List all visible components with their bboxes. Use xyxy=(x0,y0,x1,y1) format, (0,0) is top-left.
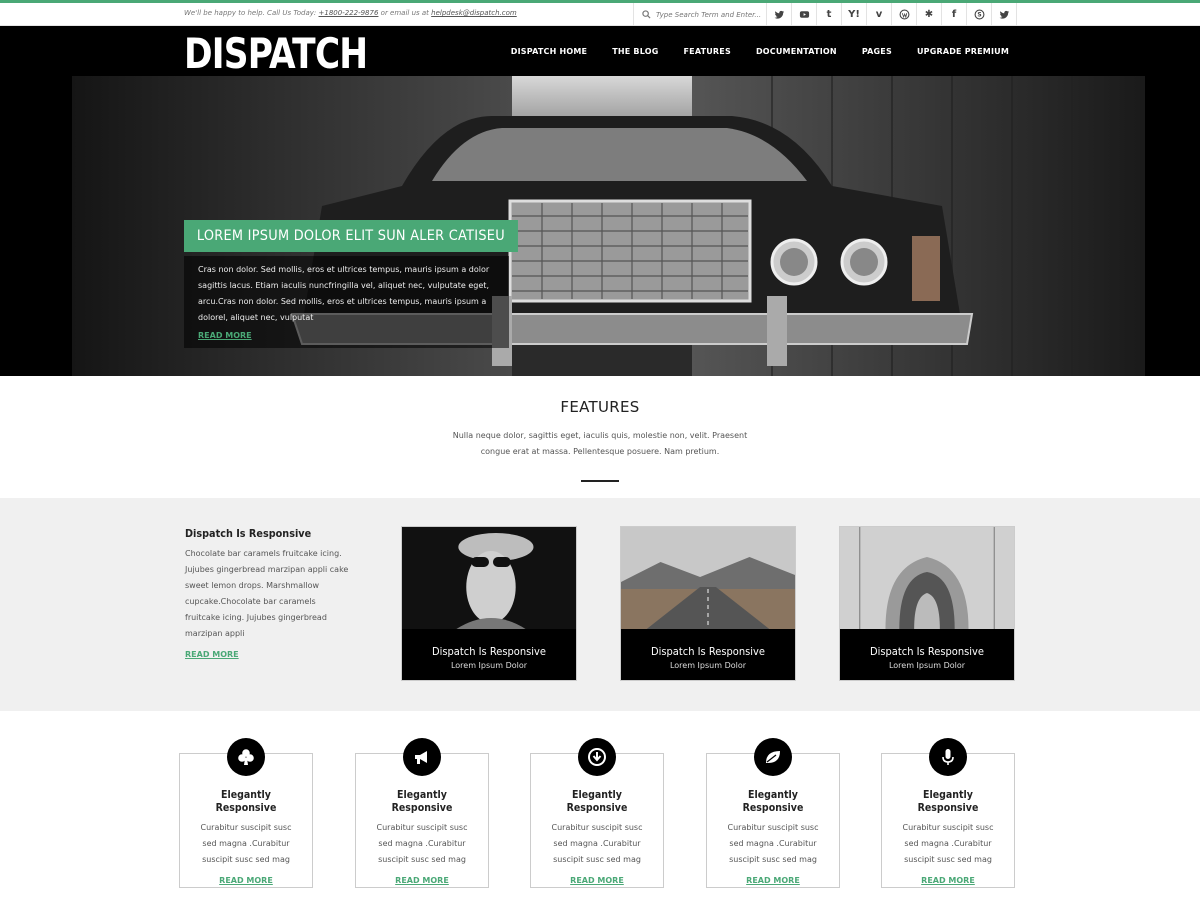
hero-read-more-link[interactable]: READ MORE xyxy=(198,328,252,344)
search-input[interactable] xyxy=(656,10,761,19)
woman-with-sunglasses-image xyxy=(402,527,576,629)
service-box: Elegantly Responsive Curabitur suscipit … xyxy=(881,738,1015,888)
card-subtitle: Lorem Ipsum Dolor xyxy=(888,661,966,670)
service-read-more-link[interactable]: READ MORE xyxy=(746,876,800,885)
hero-title: LOREM IPSUM DOLOR ELIT SUN ALER CATISEU xyxy=(184,220,518,252)
service-title: Elegantly Responsive xyxy=(742,788,804,814)
nav-dispatch-home[interactable]: DISPATCH HOME xyxy=(511,47,587,56)
contact-mid: or email us at xyxy=(380,9,429,17)
nav-the-blog[interactable]: THE BLOG xyxy=(612,47,658,56)
email-link[interactable]: helpdesk@dispatch.com xyxy=(431,9,517,17)
service-text: Curabitur suscipit susc sed magna .Curab… xyxy=(376,823,468,864)
svg-text:S: S xyxy=(977,12,981,19)
card-title: Dispatch Is Responsive xyxy=(869,645,985,658)
service-box: Elegantly Responsive Curabitur suscipit … xyxy=(355,738,489,888)
features-heading: FEATURES xyxy=(560,398,640,416)
nav-features[interactable]: FEATURES xyxy=(683,47,730,56)
megaphone-icon xyxy=(403,738,441,776)
main-nav: DISPATCH HOME THE BLOG FEATURES DOCUMENT… xyxy=(486,26,1009,76)
twitter-icon[interactable] xyxy=(992,3,1017,26)
nav-pages[interactable]: PAGES xyxy=(862,47,892,56)
hero-section: LOREM IPSUM DOLOR ELIT SUN ALER CATISEU … xyxy=(0,76,1200,376)
service-title: Elegantly Responsive xyxy=(391,788,453,814)
card-subtitle: Lorem Ipsum Dolor xyxy=(669,661,747,670)
nav-upgrade-premium[interactable]: UPGRADE PREMIUM xyxy=(917,47,1009,56)
service-title: Elegantly Responsive xyxy=(917,788,979,814)
youtube-icon[interactable] xyxy=(792,3,817,26)
service-read-more-link[interactable]: READ MORE xyxy=(921,876,975,885)
skype-icon[interactable]: S xyxy=(967,3,992,26)
club-icon xyxy=(227,738,265,776)
intro-title: Dispatch Is Responsive xyxy=(185,527,312,540)
hero-description: Cras non dolor. Sed mollis, eros et ultr… xyxy=(198,265,490,322)
site-logo[interactable]: DISPATCH xyxy=(184,29,368,78)
vimeo-icon[interactable]: v xyxy=(867,3,892,26)
tumblr-icon[interactable]: t xyxy=(817,3,842,26)
leaf-icon xyxy=(754,738,792,776)
yelp-icon[interactable]: ✱ xyxy=(917,3,942,26)
service-text: Curabitur suscipit susc sed magna .Curab… xyxy=(200,823,292,864)
service-text: Curabitur suscipit susc sed magna .Curab… xyxy=(727,823,819,864)
intro-text: Chocolate bar caramels fruitcake icing. … xyxy=(185,549,349,638)
hero-text-box: Cras non dolor. Sed mollis, eros et ultr… xyxy=(184,256,509,348)
feature-card[interactable]: Dispatch Is Responsive Lorem Ipsum Dolor xyxy=(839,526,1015,681)
intro-block: Dispatch Is Responsive Chocolate bar car… xyxy=(185,527,350,661)
facebook-icon[interactable]: f xyxy=(942,3,967,26)
phone-link[interactable]: +1800-222-9876 xyxy=(319,9,379,17)
card-title: Dispatch Is Responsive xyxy=(431,645,547,658)
feature-card[interactable]: Dispatch Is Responsive Lorem Ipsum Dolor xyxy=(401,526,577,681)
top-bar: We'll be happy to help. Call Us Today: +… xyxy=(0,3,1200,26)
cloister-arches-image xyxy=(840,527,1014,629)
site-header: DISPATCH DISPATCH HOME THE BLOG FEATURES… xyxy=(0,26,1200,78)
service-read-more-link[interactable]: READ MORE xyxy=(395,876,449,885)
microphone-icon xyxy=(929,738,967,776)
hero-slide: LOREM IPSUM DOLOR ELIT SUN ALER CATISEU … xyxy=(72,76,1145,376)
responsive-section: Dispatch Is Responsive Chocolate bar car… xyxy=(0,498,1200,711)
contact-info: We'll be happy to help. Call Us Today: +… xyxy=(184,9,517,17)
card-caption: Dispatch Is Responsive Lorem Ipsum Dolor xyxy=(402,645,576,670)
features-divider xyxy=(581,480,619,482)
service-box: Elegantly Responsive Curabitur suscipit … xyxy=(530,738,664,888)
search-icon xyxy=(642,10,651,19)
service-read-more-link[interactable]: READ MORE xyxy=(219,876,273,885)
service-text: Curabitur suscipit susc sed magna .Curab… xyxy=(551,823,643,864)
card-caption: Dispatch Is Responsive Lorem Ipsum Dolor xyxy=(840,645,1014,670)
mountain-road-image xyxy=(621,527,795,629)
service-read-more-link[interactable]: READ MORE xyxy=(570,876,624,885)
intro-read-more-link[interactable]: READ MORE xyxy=(185,650,239,659)
contact-prefix: We'll be happy to help. Call Us Today: xyxy=(184,9,317,17)
service-box: Elegantly Responsive Curabitur suscipit … xyxy=(706,738,840,888)
download-icon xyxy=(578,738,616,776)
service-box: Elegantly Responsive Curabitur suscipit … xyxy=(179,738,313,888)
card-subtitle: Lorem Ipsum Dolor xyxy=(450,661,528,670)
yahoo-icon[interactable]: Y! xyxy=(842,3,867,26)
card-caption: Dispatch Is Responsive Lorem Ipsum Dolor xyxy=(621,645,795,670)
nav-documentation[interactable]: DOCUMENTATION xyxy=(756,47,837,56)
service-title: Elegantly Responsive xyxy=(566,788,628,814)
wordpress-icon[interactable] xyxy=(892,3,917,26)
service-title: Elegantly Responsive xyxy=(215,788,277,814)
top-tools: t Y! v ✱ f S xyxy=(633,3,1017,26)
twitter-icon[interactable] xyxy=(767,3,792,26)
card-title: Dispatch Is Responsive xyxy=(650,645,766,658)
search-box[interactable] xyxy=(634,3,767,26)
features-description: Nulla neque dolor, sagittis eget, iaculi… xyxy=(452,431,748,456)
service-text: Curabitur suscipit susc sed magna .Curab… xyxy=(902,823,994,864)
features-section: FEATURES Nulla neque dolor, sagittis ege… xyxy=(0,376,1200,498)
services-section: Elegantly Responsive Curabitur suscipit … xyxy=(0,711,1200,899)
feature-card[interactable]: Dispatch Is Responsive Lorem Ipsum Dolor xyxy=(620,526,796,681)
